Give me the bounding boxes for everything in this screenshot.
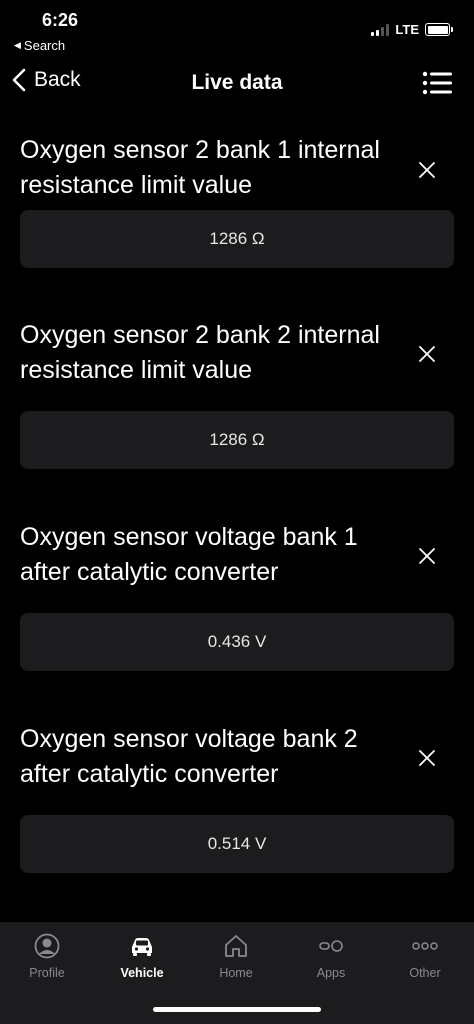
close-icon[interactable] — [417, 748, 437, 768]
status-bar: 6:26 ◀ Search LTE — [0, 0, 474, 58]
sensor-title: Oxygen sensor voltage bank 1 after catal… — [20, 523, 358, 586]
page-title: Live data — [191, 71, 283, 94]
sensor-title: Oxygen sensor 2 bank 1 internal resistan… — [20, 136, 380, 199]
tab-other[interactable]: Other — [385, 932, 465, 980]
sensor-value: 1286 Ω — [20, 411, 454, 469]
home-icon — [225, 935, 247, 957]
status-back-to-app[interactable]: ◀ Search — [14, 38, 65, 53]
tab-label: Profile — [29, 966, 65, 980]
battery-icon — [425, 23, 453, 36]
close-icon[interactable] — [417, 160, 437, 180]
sensor-value: 1286 Ω — [20, 210, 454, 268]
close-icon[interactable] — [417, 344, 437, 364]
tab-label: Other — [409, 966, 441, 980]
home-indicator[interactable] — [153, 1007, 321, 1012]
status-time: 6:26 — [42, 10, 79, 30]
tab-label: Apps — [316, 966, 346, 980]
tab-label: Vehicle — [120, 966, 164, 980]
apps-icon — [319, 940, 343, 952]
nav-bar: Back Live data — [0, 62, 474, 106]
profile-icon — [34, 933, 60, 959]
list-menu-icon[interactable] — [422, 71, 454, 95]
status-indicators: LTE — [371, 22, 453, 37]
more-dots-icon — [412, 942, 438, 950]
sensor-value: 0.514 V — [20, 815, 454, 873]
car-icon — [132, 938, 152, 956]
tab-label: Home — [219, 966, 253, 980]
sensor-title: Oxygen sensor voltage bank 2 after catal… — [20, 725, 358, 788]
sensor-title: Oxygen sensor 2 bank 2 internal resistan… — [20, 321, 380, 384]
tab-home[interactable]: Home — [196, 932, 276, 980]
tab-vehicle[interactable]: Vehicle — [102, 932, 182, 980]
back-triangle-icon: ◀ — [14, 40, 21, 50]
tab-apps[interactable]: Apps — [291, 932, 371, 980]
status-back-label: Search — [23, 38, 66, 53]
network-type: LTE — [395, 22, 419, 37]
sensor-value: 0.436 V — [20, 613, 454, 671]
signal-icon — [371, 23, 390, 36]
close-icon[interactable] — [417, 546, 437, 566]
live-data-list[interactable]: Oxygen sensor 2 bank 1 internal resistan… — [0, 106, 474, 922]
tab-profile[interactable]: Profile — [7, 932, 87, 980]
